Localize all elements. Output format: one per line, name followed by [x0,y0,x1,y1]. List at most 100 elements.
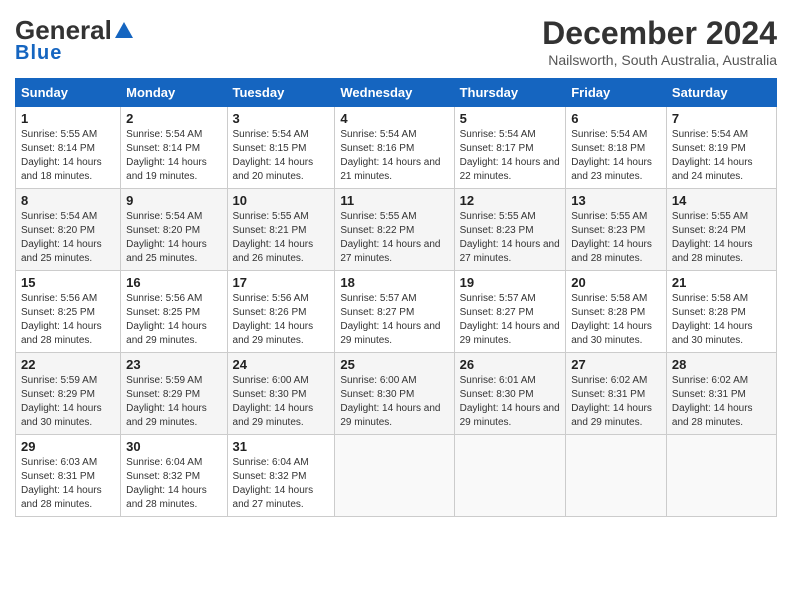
day-info: Sunrise: 5:58 AM Sunset: 8:28 PM Dayligh… [571,292,661,348]
calendar-cell: 8 Sunrise: 5:54 AM Sunset: 8:20 PM Daylig… [16,189,121,271]
calendar-cell: 13Sunrise: 5:55 AM Sunset: 8:23 PM Dayli… [566,189,667,271]
day-number: 16 [126,275,221,290]
calendar-cell: 14 Sunrise: 5:55 AM Sunset: 8:24 PM Dayli… [666,189,776,271]
calendar-week-row: 15 Sunrise: 5:56 AM Sunset: 8:25 PM Dayli… [16,271,777,353]
day-number: 31 [233,439,330,454]
day-info: Sunrise: 6:00 AM Sunset: 8:30 PM Dayligh… [340,374,448,430]
day-info: Sunrise: 5:58 AM Sunset: 8:28 PM Dayligh… [672,292,771,348]
calendar-cell [454,435,566,517]
logo-blue-text: Blue [15,42,62,65]
calendar-cell: 25 Sunrise: 6:00 AM Sunset: 8:30 PM Dayli… [335,353,454,435]
day-number: 10 [233,193,330,208]
day-number: 5 [460,111,561,126]
day-info: Sunrise: 5:54 AM Sunset: 8:18 PM Dayligh… [571,128,661,184]
calendar-cell: 15 Sunrise: 5:56 AM Sunset: 8:25 PM Dayli… [16,271,121,353]
day-number: 3 [233,111,330,126]
day-info: Sunrise: 5:54 AM Sunset: 8:20 PM Dayligh… [126,210,221,266]
day-number: 8 [21,193,115,208]
day-info: Sunrise: 5:54 AM Sunset: 8:17 PM Dayligh… [460,128,561,184]
day-info: Sunrise: 5:54 AM Sunset: 8:19 PM Dayligh… [672,128,771,184]
day-info: Sunrise: 5:56 AM Sunset: 8:25 PM Dayligh… [126,292,221,348]
day-number: 24 [233,357,330,372]
calendar-cell: 27 Sunrise: 6:02 AM Sunset: 8:31 PM Dayli… [566,353,667,435]
day-number: 27 [571,357,661,372]
day-number: 12 [460,193,561,208]
day-number: 14 [672,193,771,208]
day-info: Sunrise: 6:03 AM Sunset: 8:31 PM Dayligh… [21,456,115,512]
day-number: 26 [460,357,561,372]
day-info: Sunrise: 5:55 AM Sunset: 8:23 PM Dayligh… [460,210,561,266]
day-info: Sunrise: 6:00 AM Sunset: 8:30 PM Dayligh… [233,374,330,430]
day-number: 20 [571,275,661,290]
day-number: 22 [21,357,115,372]
calendar-cell: 6 Sunrise: 5:54 AM Sunset: 8:18 PM Daylig… [566,107,667,189]
day-number: 18 [340,275,448,290]
calendar-cell: 22 Sunrise: 5:59 AM Sunset: 8:29 PM Dayli… [16,353,121,435]
calendar-cell: 18 Sunrise: 5:57 AM Sunset: 8:27 PM Dayli… [335,271,454,353]
day-number: 9 [126,193,221,208]
calendar-cell: 9 Sunrise: 5:54 AM Sunset: 8:20 PM Daylig… [121,189,227,271]
day-info: Sunrise: 5:54 AM Sunset: 8:16 PM Dayligh… [340,128,448,184]
day-number: 6 [571,111,661,126]
logo-area: General Blue [15,15,136,65]
calendar-header-monday: Monday [121,79,227,107]
calendar-header-sunday: Sunday [16,79,121,107]
calendar-cell: 11 Sunrise: 5:55 AM Sunset: 8:22 PM Dayli… [335,189,454,271]
day-info: Sunrise: 5:55 AM Sunset: 8:22 PM Dayligh… [340,210,448,266]
title-area: December 2024 Nailsworth, South Australi… [542,15,777,68]
day-number: 21 [672,275,771,290]
day-number: 19 [460,275,561,290]
day-number: 2 [126,111,221,126]
calendar-cell: 12 Sunrise: 5:55 AM Sunset: 8:23 PM Dayli… [454,189,566,271]
day-info: Sunrise: 6:04 AM Sunset: 8:32 PM Dayligh… [126,456,221,512]
calendar-cell: 24 Sunrise: 6:00 AM Sunset: 8:30 PM Dayli… [227,353,335,435]
calendar-cell: 1Sunrise: 5:55 AM Sunset: 8:14 PM Daylig… [16,107,121,189]
day-info: Sunrise: 6:02 AM Sunset: 8:31 PM Dayligh… [571,374,661,430]
day-info: Sunrise: 6:01 AM Sunset: 8:30 PM Dayligh… [460,374,561,430]
calendar-cell: 28 Sunrise: 6:02 AM Sunset: 8:31 PM Dayli… [666,353,776,435]
day-number: 25 [340,357,448,372]
calendar-cell: 30Sunrise: 6:04 AM Sunset: 8:32 PM Dayli… [121,435,227,517]
day-number: 7 [672,111,771,126]
day-info: Sunrise: 5:54 AM Sunset: 8:20 PM Dayligh… [21,210,115,266]
day-number: 29 [21,439,115,454]
day-info: Sunrise: 5:55 AM Sunset: 8:24 PM Dayligh… [672,210,771,266]
calendar-cell [566,435,667,517]
day-info: Sunrise: 5:59 AM Sunset: 8:29 PM Dayligh… [21,374,115,430]
calendar-week-row: 29 Sunrise: 6:03 AM Sunset: 8:31 PM Dayli… [16,435,777,517]
month-title: December 2024 [542,15,777,52]
calendar-header-friday: Friday [566,79,667,107]
day-info: Sunrise: 5:55 AM Sunset: 8:23 PM Dayligh… [571,210,661,266]
day-info: Sunrise: 5:54 AM Sunset: 8:14 PM Dayligh… [126,128,221,184]
calendar-cell: 10Sunrise: 5:55 AM Sunset: 8:21 PM Dayli… [227,189,335,271]
day-info: Sunrise: 6:02 AM Sunset: 8:31 PM Dayligh… [672,374,771,430]
day-info: Sunrise: 5:56 AM Sunset: 8:25 PM Dayligh… [21,292,115,348]
calendar-cell: 23Sunrise: 5:59 AM Sunset: 8:29 PM Dayli… [121,353,227,435]
day-number: 28 [672,357,771,372]
calendar-header-row: SundayMondayTuesdayWednesdayThursdayFrid… [16,79,777,107]
calendar-week-row: 8 Sunrise: 5:54 AM Sunset: 8:20 PM Daylig… [16,189,777,271]
calendar-cell [666,435,776,517]
calendar-cell: 20 Sunrise: 5:58 AM Sunset: 8:28 PM Dayli… [566,271,667,353]
calendar-cell: 2 Sunrise: 5:54 AM Sunset: 8:14 PM Daylig… [121,107,227,189]
calendar-cell: 3 Sunrise: 5:54 AM Sunset: 8:15 PM Daylig… [227,107,335,189]
calendar-cell: 29 Sunrise: 6:03 AM Sunset: 8:31 PM Dayli… [16,435,121,517]
calendar-week-row: 1Sunrise: 5:55 AM Sunset: 8:14 PM Daylig… [16,107,777,189]
calendar-cell: 5 Sunrise: 5:54 AM Sunset: 8:17 PM Daylig… [454,107,566,189]
day-info: Sunrise: 5:55 AM Sunset: 8:14 PM Dayligh… [21,128,115,184]
calendar-cell: 4Sunrise: 5:54 AM Sunset: 8:16 PM Daylig… [335,107,454,189]
calendar-header-tuesday: Tuesday [227,79,335,107]
day-info: Sunrise: 5:57 AM Sunset: 8:27 PM Dayligh… [340,292,448,348]
calendar-cell: 16 Sunrise: 5:56 AM Sunset: 8:25 PM Dayli… [121,271,227,353]
day-info: Sunrise: 5:59 AM Sunset: 8:29 PM Dayligh… [126,374,221,430]
day-number: 11 [340,193,448,208]
calendar-cell: 17Sunrise: 5:56 AM Sunset: 8:26 PM Dayli… [227,271,335,353]
calendar-week-row: 22 Sunrise: 5:59 AM Sunset: 8:29 PM Dayli… [16,353,777,435]
calendar-cell [335,435,454,517]
day-number: 15 [21,275,115,290]
day-info: Sunrise: 5:54 AM Sunset: 8:15 PM Dayligh… [233,128,330,184]
calendar-header-saturday: Saturday [666,79,776,107]
calendar-cell: 7 Sunrise: 5:54 AM Sunset: 8:19 PM Daylig… [666,107,776,189]
calendar-cell: 26 Sunrise: 6:01 AM Sunset: 8:30 PM Dayli… [454,353,566,435]
day-info: Sunrise: 6:04 AM Sunset: 8:32 PM Dayligh… [233,456,330,512]
